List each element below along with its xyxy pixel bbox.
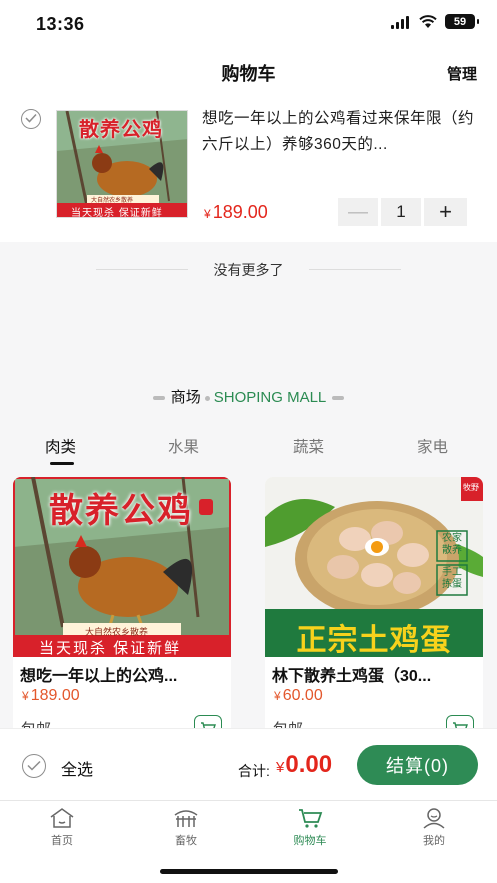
mall-title-en: SHOPING MALL [213,389,327,406]
select-all-label[interactable]: 全选 [61,756,93,780]
cart-item-price: ¥189.00 [204,202,268,222]
image-banner-text: 散养公鸡 [79,119,163,141]
tab-profile[interactable]: 我的 [394,807,474,848]
category-tabs: 肉类 水果 蔬菜 家电 [0,435,497,467]
battery-icon: 59 [445,14,479,29]
image-tag-text: 手工拣蛋 [442,567,462,590]
page-title: 购物车 [221,64,276,84]
manage-button[interactable]: 管理 [447,63,477,84]
item-checkbox[interactable] [21,109,41,129]
mall-heading: 商场 SHOPING MALL [0,386,497,407]
tab-fruit[interactable]: 水果 [168,435,199,457]
product-image[interactable]: 牧野 农家散养 手工拣蛋 正宗土鸡蛋 [265,477,483,657]
profile-icon [423,808,445,829]
total-value: ¥0.00 [276,751,333,778]
home-icon [50,808,74,828]
mall-title-cn: 商场 [170,389,201,406]
status-icons: 59 [391,14,479,29]
quantity-value[interactable]: 1 [381,198,421,226]
cart-icon [299,809,323,828]
tab-farm[interactable]: 畜牧 [146,807,226,848]
quantity-stepper: — 1 + [338,198,467,226]
status-time: 13:36 [36,14,85,34]
wifi-icon [419,14,437,28]
select-all-checkbox[interactable] [22,754,46,778]
tab-cart-label: 购物车 [293,835,327,847]
image-sub-text: 大自然农乡散养 [91,198,134,204]
product-card[interactable]: 牧野 农家散养 手工拣蛋 正宗土鸡蛋 林下散养土鸡蛋（30... ¥60.00 … [265,477,483,737]
tab-indicator [50,462,74,465]
home-indicator [160,869,338,874]
product-name[interactable]: 想吃一年以上的公鸡... [20,662,225,686]
image-footer-text: 当天现杀 保证新鲜 [71,208,163,218]
image-tag-text: 农家散养 [442,533,462,556]
cart-item-image[interactable]: 散养公鸡 大自然农乡散养 当天现杀 保证新鲜 [56,110,188,218]
checkout-button[interactable]: 结算(0) [357,745,478,785]
product-image[interactable]: 散养公鸡 大自然农乡散养 当天现杀 保证新鲜 [13,477,231,659]
check-icon [27,760,41,771]
tab-home[interactable]: 首页 [22,807,102,848]
nav-bar: 购物车 管理 [0,48,497,96]
product-price: ¥189.00 [22,687,80,704]
product-name[interactable]: 林下散养土鸡蛋（30... [272,662,477,686]
image-badge-text: 牧野 [463,483,479,492]
decrease-button[interactable]: — [338,198,378,226]
tab-appliance[interactable]: 家电 [417,435,448,457]
image-banner-text: 散养公鸡 [49,492,193,530]
tab-farm-label: 畜牧 [175,835,197,847]
image-footer-text: 当天现杀 保证新鲜 [39,640,182,657]
tab-meat[interactable]: 肉类 [45,435,76,457]
cart-item-title[interactable]: 想吃一年以上的公鸡看过来保年限（约六斤以上）养够360天的... [202,106,474,158]
signal-icon [391,15,411,29]
check-icon [25,113,37,123]
tab-cart[interactable]: 购物车 [270,807,350,848]
product-card[interactable]: 散养公鸡 大自然农乡散养 当天现杀 保证新鲜 想吃一年以上的公鸡... ¥189… [13,477,231,737]
checkout-bar: 全选 合计: ¥0.00 结算(0) [0,728,497,800]
tab-vegetable[interactable]: 蔬菜 [293,435,324,457]
tab-profile-label: 我的 [423,835,445,847]
image-banner-text: 正宗土鸡蛋 [296,624,452,657]
total-label: 合计: [238,763,270,779]
tab-home-label: 首页 [51,835,73,847]
increase-button[interactable]: + [424,198,467,226]
product-price: ¥60.00 [274,687,323,704]
farm-icon [174,810,198,827]
no-more-text: 没有更多了 [0,260,497,280]
status-bar: 13:36 59 [0,0,497,48]
cart-item: 散养公鸡 大自然农乡散养 当天现杀 保证新鲜 想吃一年以上的公鸡看过来保年限（约… [0,96,497,242]
